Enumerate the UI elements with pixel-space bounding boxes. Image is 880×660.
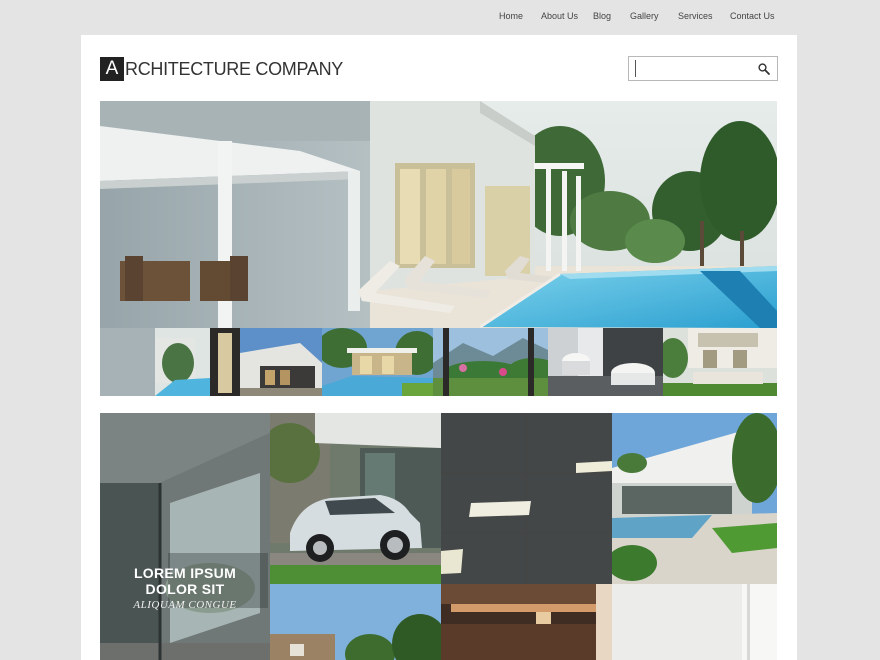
thumbnail-4[interactable] (433, 328, 548, 396)
nav-item-about-us[interactable]: About Us (541, 11, 578, 21)
gallery-tile-6[interactable] (441, 584, 612, 660)
caption-title-line-1: LOREM IPSUM (133, 565, 237, 581)
caption-title-line-2: DOLOR SIT (145, 581, 225, 597)
gallery-tile-5[interactable] (270, 584, 441, 660)
nav-item-contact-us[interactable]: Contact Us (730, 11, 775, 21)
thumbnail-6[interactable] (663, 328, 777, 396)
nav-item-gallery[interactable]: Gallery (630, 11, 659, 21)
gallery-caption: LOREM IPSUM DOLOR SIT ALIQUAM CONGUE (100, 565, 270, 611)
floating-shelves-photo (441, 413, 612, 584)
pool-house-thumbnail (322, 328, 433, 396)
thumbnail-1[interactable] (100, 328, 240, 396)
logo-initial: A (100, 57, 124, 81)
modern-villa-garden-photo (612, 413, 777, 584)
page-container: A RCHITECTURE COMPANY LOREM IPSUM DOLOR … (81, 35, 797, 660)
project-gallery: LOREM IPSUM DOLOR SIT ALIQUAM CONGUE (100, 413, 777, 660)
hero-slider-image[interactable] (100, 101, 777, 328)
villa-pool-thumbnail (100, 328, 240, 396)
logo-text: RCHITECTURE COMPANY (125, 58, 343, 79)
villa-terrace-thumbnail (663, 328, 777, 396)
glass-corridor-photo (100, 413, 270, 660)
nav-item-blog[interactable]: Blog (593, 11, 611, 21)
bathroom-thumbnail (548, 328, 663, 396)
warm-interior-photo (441, 584, 612, 660)
nav-item-services[interactable]: Services (678, 11, 713, 21)
gallery-tile-4[interactable] (612, 413, 777, 584)
caption-subtitle: ALIQUAM CONGUE (133, 599, 237, 611)
search-input[interactable] (635, 60, 753, 77)
search-icon[interactable] (757, 62, 771, 76)
nav-item-home[interactable]: Home (499, 11, 523, 21)
brick-house-photo (270, 584, 441, 660)
thumbnail-3[interactable] (322, 328, 433, 396)
search-box (628, 56, 778, 81)
hero-thumbnail-strip (100, 328, 777, 396)
thumbnail-2[interactable] (240, 328, 322, 396)
top-navigation: Home About Us Blog Gallery Services Cont… (0, 0, 880, 34)
gallery-tile-7[interactable] (612, 584, 777, 660)
gallery-tile-1[interactable]: LOREM IPSUM DOLOR SIT ALIQUAM CONGUE (100, 413, 270, 660)
gallery-tile-2[interactable] (270, 413, 441, 584)
site-logo[interactable]: A RCHITECTURE COMPANY (100, 57, 343, 81)
white-room-photo (612, 584, 777, 660)
gallery-tile-3[interactable] (441, 413, 612, 584)
modern-house-thumbnail (240, 328, 322, 396)
car-carport-photo (270, 413, 441, 584)
mountain-view-thumbnail (433, 328, 548, 396)
thumbnail-5[interactable] (548, 328, 663, 396)
villa-pool-photo (100, 101, 777, 328)
